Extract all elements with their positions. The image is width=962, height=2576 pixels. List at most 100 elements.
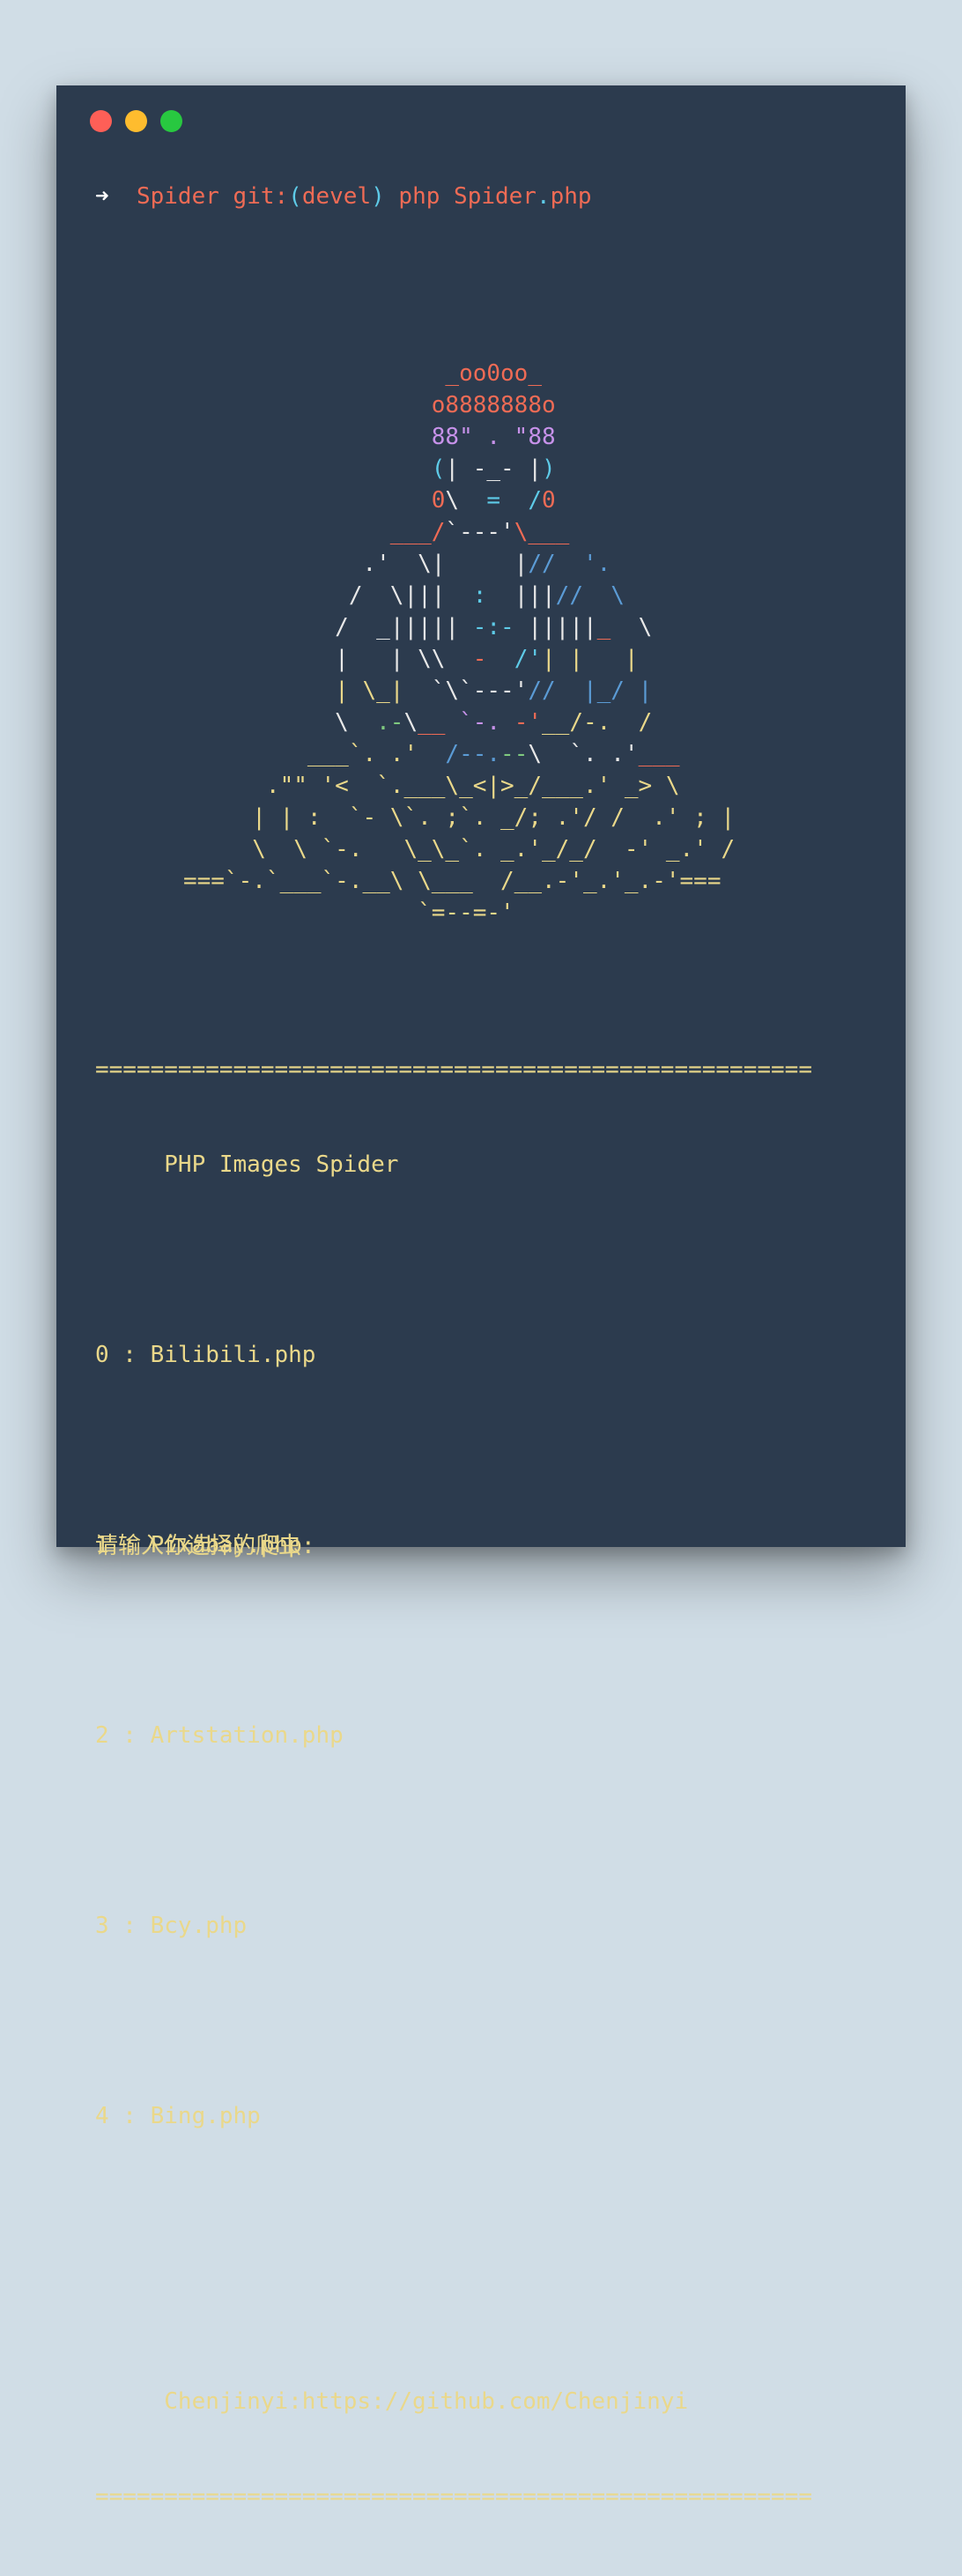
ascii-art-segment: 0 bbox=[542, 487, 556, 514]
ascii-art-row: / _||||| -:- |||||_ \ bbox=[183, 611, 735, 643]
close-button[interactable] bbox=[90, 110, 112, 132]
menu-separator-top: ========================================… bbox=[95, 1056, 812, 1083]
ascii-art-segment: | \_| bbox=[183, 677, 432, 704]
ascii-art-segment: /' bbox=[486, 646, 543, 672]
buddha-ascii-art: _oo0oo_ o8888888o 88" . "88 (| -_- |) 0\… bbox=[183, 358, 735, 929]
prompt-arrow-icon: ➜ bbox=[95, 183, 109, 210]
ascii-art-segment: _ bbox=[596, 614, 639, 640]
menu-option: 2 : Artstation.php bbox=[95, 1722, 344, 1749]
ascii-art-row: 88" . "88 bbox=[183, 421, 735, 453]
ascii-art-segment: \ bbox=[638, 614, 653, 640]
menu-option: 4 : Bing.php bbox=[95, 2103, 261, 2129]
ascii-art-segment: o8888888o bbox=[183, 392, 556, 418]
ascii-art-row: \ \ `-. \_\_`. _.'_/_/ -' _.' / bbox=[183, 833, 735, 865]
branch-open-paren: ( bbox=[288, 183, 302, 210]
ascii-art-row: _oo0oo_ bbox=[183, 358, 735, 389]
ascii-art-segment: - bbox=[472, 646, 487, 672]
ascii-art-row: | | : `- \`. ;`. _/; .'/ / .' ; | bbox=[183, 802, 735, 833]
ascii-art-row: (| -_- |) bbox=[183, 453, 735, 485]
ascii-art-segment: /--. bbox=[445, 741, 501, 767]
prompt-git-label: git: bbox=[233, 183, 289, 210]
ascii-art-segment: // bbox=[555, 582, 583, 609]
terminal-window: ➜ Spider git:(devel) php Spider.php _oo0… bbox=[56, 85, 906, 2510]
ascii-art-row: | | \\ - /'| | | bbox=[183, 643, 735, 675]
ascii-art-segment: ___ bbox=[638, 741, 680, 767]
ascii-art-segment: / \||| bbox=[183, 582, 473, 609]
ascii-art-segment: \ bbox=[582, 582, 625, 609]
ascii-art-segment: ___/ bbox=[183, 519, 446, 545]
ascii-art-segment: ( bbox=[183, 455, 446, 482]
command-prompt: ➜ Spider git:(devel) php Spider.php bbox=[95, 181, 592, 212]
menu-title: PHP Images Spider bbox=[95, 1151, 399, 1178]
ascii-art-segment: .- bbox=[376, 709, 404, 736]
ascii-art-row: .' \| |// '. bbox=[183, 548, 735, 580]
ascii-art-segment: | | \\ bbox=[183, 646, 473, 672]
ascii-art-segment: __ bbox=[418, 709, 460, 736]
ascii-art-row: / \||| : |||// \ bbox=[183, 580, 735, 611]
ascii-art-segment: -' bbox=[500, 709, 543, 736]
ascii-art-segment: | | : `- \`. ;`. _/; .'/ / .' ; | bbox=[183, 804, 736, 831]
ascii-art-segment: // bbox=[528, 551, 570, 577]
ascii-art-segment: : bbox=[472, 582, 487, 609]
ascii-art-segment: | | | bbox=[542, 646, 639, 672]
ascii-art-segment: ||||| bbox=[528, 614, 597, 640]
ascii-art-segment: .' \| | bbox=[183, 551, 529, 577]
ascii-art-segment: \ `. .' bbox=[528, 741, 639, 767]
command-dot: . bbox=[536, 183, 551, 210]
minimize-button[interactable] bbox=[125, 110, 147, 132]
ascii-art-row: `=--=-' bbox=[183, 897, 735, 929]
ascii-art-segment: ___`. .' bbox=[183, 741, 446, 767]
ascii-art-segment: ."" '< `.___\_<|>_/___.' _> \ bbox=[183, 773, 680, 799]
menu-option: 3 : Bcy.php bbox=[95, 1913, 248, 1939]
ascii-art-row: ___/`---'\___ bbox=[183, 516, 735, 548]
maximize-button[interactable] bbox=[160, 110, 182, 132]
menu-footer: Chenjinyi:https://github.com/Chenjinyi bbox=[95, 2388, 689, 2415]
ascii-art-segment: \___ bbox=[514, 519, 570, 545]
ascii-art-segment: / bbox=[500, 487, 543, 514]
ascii-art-segment: 88" . "88 bbox=[183, 424, 556, 450]
ascii-art-row: | \_| `\`---'// |_/ | bbox=[183, 675, 735, 707]
ascii-art-segment: -- bbox=[500, 741, 529, 767]
ascii-art-row: 0\ = /0 bbox=[183, 485, 735, 516]
ascii-art-segment: \ \ `-. \_\_`. _.'_/_/ -' _.' / bbox=[183, 836, 736, 862]
ascii-art-segment: 0 bbox=[183, 487, 446, 514]
ascii-art-segment: ) bbox=[542, 455, 556, 482]
prompt-command: php Spider bbox=[398, 183, 536, 210]
ascii-art-segment: | -_- | bbox=[445, 455, 542, 482]
ascii-art-segment: ||||| bbox=[389, 614, 460, 640]
spider-menu: ========================================… bbox=[95, 990, 812, 2576]
branch-close-paren: ) bbox=[371, 183, 385, 210]
menu-separator-bottom: ========================================… bbox=[95, 2483, 812, 2510]
menu-option: 0 : Bilibili.php bbox=[95, 1342, 316, 1368]
command-extension: php bbox=[550, 183, 592, 210]
ascii-art-segment: `-. bbox=[459, 709, 501, 736]
ascii-art-segment: -:- bbox=[459, 614, 529, 640]
input-prompt[interactable]: 请输入你选择的爬虫: bbox=[95, 1530, 315, 1562]
ascii-art-segment: `\`---' bbox=[431, 677, 529, 704]
ascii-art-row: ."" '< `.___\_<|>_/___.' _> \ bbox=[183, 770, 735, 802]
ascii-art-segment: ||| bbox=[486, 582, 556, 609]
ascii-art-segment: // |_/ | bbox=[528, 677, 653, 704]
ascii-art-segment: `---' bbox=[445, 519, 514, 545]
ascii-art-segment: `=--=-' bbox=[183, 899, 514, 926]
ascii-art-segment: _oo0oo_ bbox=[183, 360, 542, 387]
ascii-art-segment: ===`-.`___`-.__\ \___ /__.-'_.'_.-'=== bbox=[183, 868, 722, 894]
ascii-art-segment: '. bbox=[569, 551, 611, 577]
prompt-branch: devel bbox=[301, 183, 372, 210]
ascii-art-row: o8888888o bbox=[183, 389, 735, 421]
prompt-directory: Spider bbox=[136, 183, 219, 210]
ascii-art-row: \ .-\__ `-. -'__/-. / bbox=[183, 707, 735, 738]
window-controls bbox=[90, 110, 182, 132]
ascii-art-segment: = bbox=[486, 487, 501, 514]
ascii-art-segment: \ bbox=[183, 709, 377, 736]
ascii-art-segment: __/-. / bbox=[542, 709, 653, 736]
ascii-art-segment: \ bbox=[445, 487, 487, 514]
ascii-art-segment: / _ bbox=[183, 614, 390, 640]
